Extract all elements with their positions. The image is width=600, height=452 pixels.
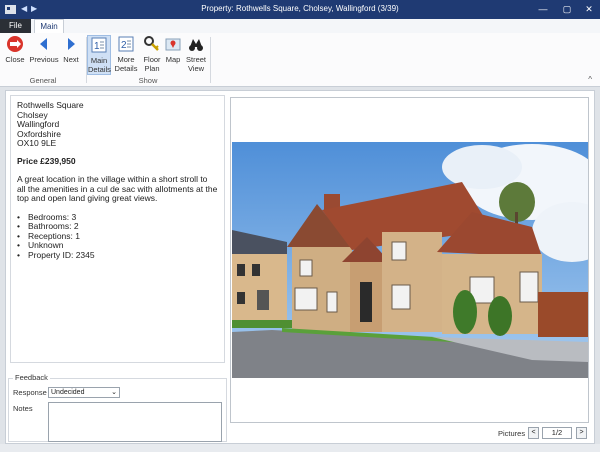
picture-counter: 1/2 <box>542 427 572 439</box>
svg-text:2: 2 <box>121 40 127 51</box>
ribbon-tabs: File Main <box>0 19 600 33</box>
more-details-button[interactable]: 2 More Details <box>113 35 139 73</box>
notes-label: Notes <box>13 404 33 413</box>
more-details-label-2: Details <box>114 64 138 73</box>
close-door-icon <box>7 36 23 52</box>
next-picture-button[interactable]: > <box>576 427 587 439</box>
property-photo <box>232 142 588 378</box>
svg-text:1: 1 <box>94 41 100 52</box>
background-window-strip <box>0 444 600 452</box>
street-view-button[interactable]: Street View <box>184 35 208 73</box>
chevron-down-icon: ⌄ <box>111 389 117 396</box>
property-features: Bedrooms: 3 Bathrooms: 2 Receptions: 1 U… <box>17 212 218 261</box>
window-title: Property: Rothwells Square, Cholsey, Wal… <box>201 4 399 13</box>
title-bar: ◀ ▶ Property: Rothwells Square, Cholsey,… <box>0 0 600 19</box>
property-price: Price £239,950 <box>17 155 76 166</box>
main-details-label-2: Details <box>88 65 111 74</box>
response-select[interactable]: Undecided ⌄ <box>48 387 120 398</box>
main-details-button[interactable]: 1 Main Details <box>87 35 111 75</box>
close-button[interactable]: Close <box>4 35 26 64</box>
street-view-label-2: View <box>187 64 205 73</box>
main-details-icon: 1 <box>91 37 107 53</box>
tab-file[interactable]: File <box>0 19 31 33</box>
feature-item: Property ID: 2345 <box>17 250 218 261</box>
address-line: OX10 9LE <box>17 138 57 148</box>
feedback-group: Feedback Response Undecided ⌄ Notes <box>8 373 227 443</box>
arrow-left-icon <box>40 38 47 50</box>
ribbon-separator <box>210 37 211 83</box>
previous-button[interactable]: Previous <box>29 35 59 64</box>
more-details-label-1: More <box>117 55 135 64</box>
property-details-panel: Rothwells Square Cholsey Wallingford Oxf… <box>10 95 225 363</box>
key-icon <box>144 36 159 51</box>
collapse-ribbon-icon[interactable]: ^ <box>588 75 592 84</box>
map-button[interactable]: Map <box>164 35 182 64</box>
arrow-right-icon <box>68 38 75 50</box>
map-icon <box>165 38 181 51</box>
street-view-label-1: Street <box>185 55 206 64</box>
next-button[interactable]: Next <box>60 35 82 64</box>
tab-main[interactable]: Main <box>34 19 64 33</box>
map-label: Map <box>165 55 181 64</box>
picture-footer: Pictures < 1/2 > <box>230 425 589 441</box>
previous-label: Previous <box>29 55 59 64</box>
previous-picture-button[interactable]: < <box>528 427 539 439</box>
close-window-button[interactable]: ✕ <box>578 0 600 19</box>
floor-plan-label-2: Plan <box>144 64 160 73</box>
picture-viewer <box>230 97 589 423</box>
floor-plan-button[interactable]: Floor Plan <box>141 35 163 73</box>
main-details-label-1: Main <box>90 56 108 65</box>
ribbon: Close Previous Next General 1 Main Detai… <box>0 33 600 87</box>
binoculars-icon <box>189 39 203 51</box>
property-address: Rothwells Square Cholsey Wallingford Oxf… <box>17 100 218 149</box>
group-label-general: General <box>29 76 57 85</box>
response-label: Response <box>13 388 47 397</box>
maximize-button[interactable]: ▢ <box>556 0 578 19</box>
floor-plan-label-1: Floor <box>143 55 161 64</box>
next-label: Next <box>63 55 79 64</box>
close-label: Close <box>5 55 25 64</box>
minimize-button[interactable]: — <box>532 0 554 19</box>
notes-textarea[interactable] <box>48 402 222 442</box>
response-value: Undecided <box>51 389 85 396</box>
group-label-show: Show <box>138 76 158 85</box>
more-details-icon: 2 <box>118 36 134 52</box>
pictures-label: Pictures <box>498 429 526 438</box>
content-area: Rothwells Square Cholsey Wallingford Oxf… <box>5 90 595 444</box>
property-description: A great location in the village within a… <box>17 174 218 203</box>
feedback-legend: Feedback <box>13 373 50 382</box>
